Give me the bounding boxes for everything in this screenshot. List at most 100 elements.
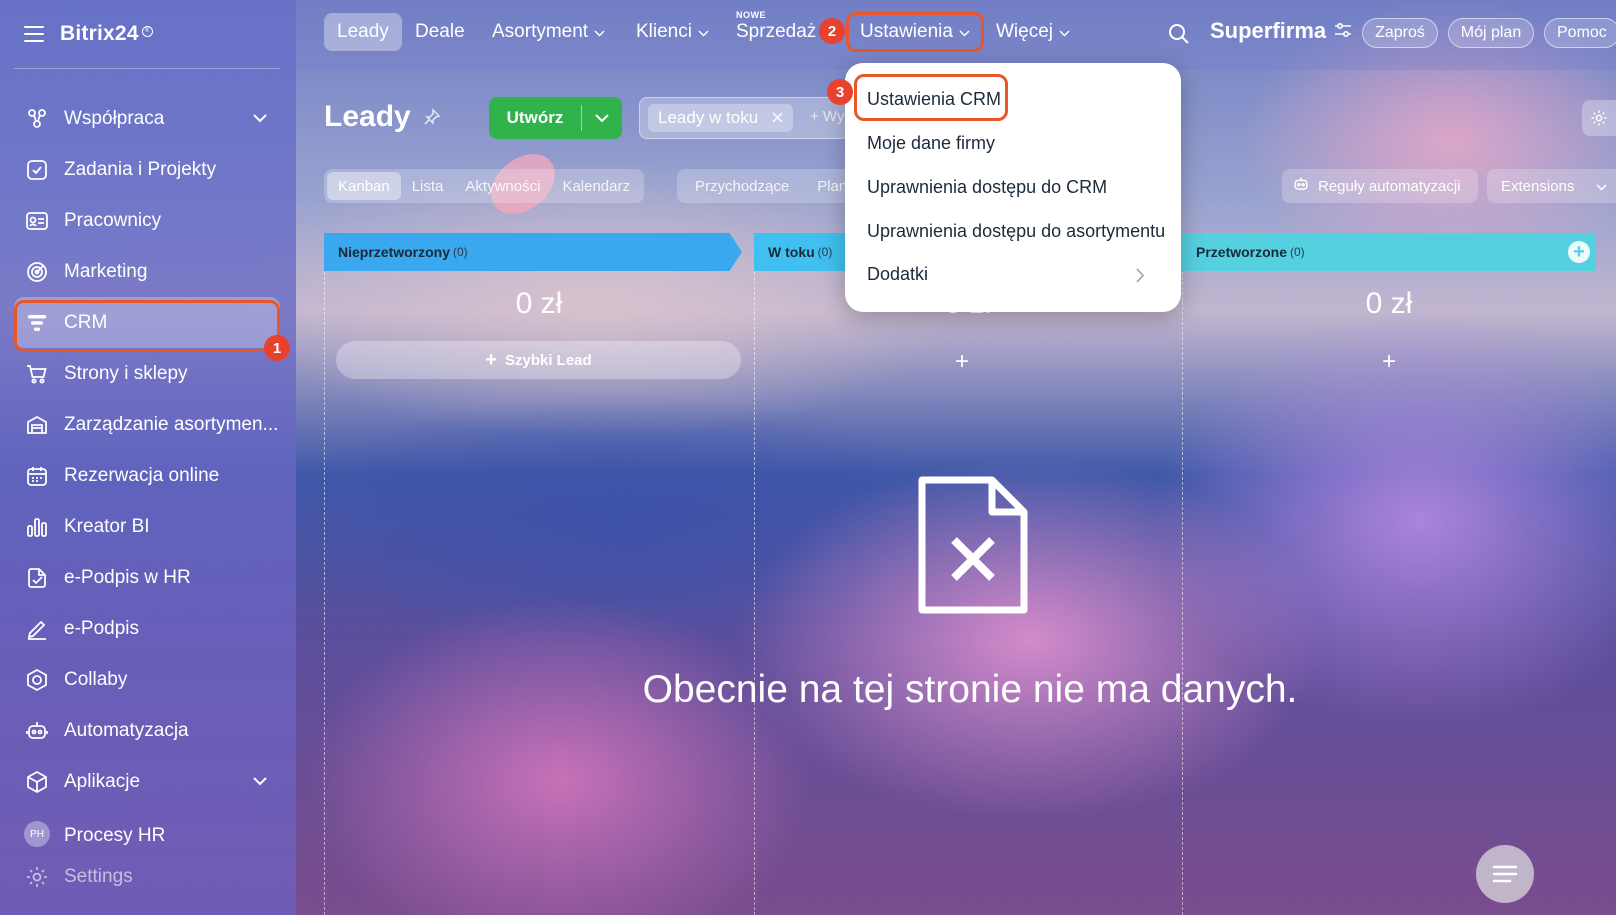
page-title: Leady (324, 100, 441, 134)
highlight-ustawienia (846, 12, 984, 52)
settings-dropdown-menu: Ustawienia CRM Moje dane firmy Uprawnien… (827, 63, 1181, 312)
tab-sprzedaz[interactable]: Sprzedaż (736, 13, 816, 51)
extensions-button[interactable]: Extensions (1487, 169, 1616, 203)
robot-icon (1292, 176, 1310, 196)
list-icon (1492, 865, 1518, 883)
chevron-down-icon (1596, 178, 1607, 195)
collab-icon (24, 106, 50, 132)
counter-incoming[interactable]: Przychodzące (695, 178, 789, 195)
cube-icon (24, 769, 50, 795)
marketing-icon (24, 259, 50, 285)
sidebar-item-collaby[interactable]: Collaby (14, 654, 280, 705)
hamburger-menu-icon[interactable] (24, 26, 44, 42)
view-lista[interactable]: Lista (401, 172, 455, 200)
menu-item-catalog-permissions[interactable]: Uprawnienia dostępu do asortymentu (867, 221, 1165, 242)
view-kanban[interactable]: Kanban (327, 172, 401, 200)
tab-deale[interactable]: Deale (415, 13, 465, 51)
sidebar-item-zadania[interactable]: Zadania i Projekty (14, 144, 280, 195)
filter-search-placeholder[interactable]: + Wyszukaj (810, 108, 848, 125)
avatar: PH (24, 821, 50, 847)
highlight-crm (14, 300, 280, 352)
tasks-icon (24, 157, 50, 183)
menu-item-company-details[interactable]: Moje dane firmy (867, 133, 995, 154)
sidebar-item-marketing[interactable]: Marketing (14, 246, 280, 297)
brand: Bitrix24 ® (24, 20, 153, 48)
step-badge-3: 3 (827, 79, 853, 105)
gear-icon (24, 864, 50, 890)
settings-sliders-icon (1334, 18, 1352, 44)
robot-icon (24, 718, 50, 744)
filter-chip[interactable]: Leady w toku (648, 104, 794, 132)
sidebar-item-wspolpraca[interactable]: Współpraca (14, 93, 280, 144)
kanban-column-header[interactable]: Przetworzone (0) (1182, 233, 1596, 271)
counters-bar: Przychodzące Planowane (677, 169, 850, 203)
sidebar-item-epodpis[interactable]: e-Podpis (14, 603, 280, 654)
chevron-down-icon (1059, 21, 1070, 43)
sidebar-item-strony[interactable]: Strony i sklepy (14, 348, 280, 399)
sidebar-item-settings[interactable]: Settings (14, 857, 280, 897)
search-icon[interactable] (1168, 23, 1190, 50)
column-divider (754, 272, 755, 915)
warehouse-icon (24, 412, 50, 438)
column-sum: 0 zł (515, 287, 563, 320)
sidebar-item-rezerwacja[interactable]: Rezerwacja online (14, 450, 280, 501)
chevron-down-icon[interactable] (252, 773, 268, 791)
add-column-button[interactable]: + (1568, 241, 1590, 263)
menu-item-addons[interactable]: Dodatki (867, 264, 928, 285)
menu-item-crm-permissions[interactable]: Uprawnienia dostępu do CRM (867, 177, 1107, 198)
bars-icon (24, 514, 50, 540)
sidebar-item-epodpis-hr[interactable]: e-Podpis w HR (14, 552, 280, 603)
sidebar-item-pracownicy[interactable]: Pracownicy (14, 195, 280, 246)
tab-asortyment[interactable]: Asortyment (492, 13, 605, 51)
company-name[interactable]: Superfirma (1210, 18, 1352, 44)
view-kalendarz[interactable]: Kalendarz (551, 172, 641, 200)
view-aktywnosci[interactable]: Aktywności (454, 172, 551, 200)
employees-icon (24, 208, 50, 234)
column-sum: 0 zł (1365, 287, 1413, 320)
sidebar: Bitrix24 ® Współpraca Zadania i Projekty … (0, 0, 296, 915)
create-button[interactable]: Utwórz (489, 97, 622, 139)
sidebar-item-aplikacje[interactable]: Aplikacje (14, 756, 280, 807)
logo[interactable]: Bitrix24 ® (60, 22, 153, 46)
pen-icon (24, 616, 50, 642)
divider (14, 68, 280, 69)
chevron-down-icon[interactable] (252, 110, 268, 128)
filter-search-box[interactable]: Leady w toku + Wyszukaj (639, 97, 849, 139)
quick-lead-button[interactable]: + Szybki Lead (336, 341, 741, 379)
add-item-button[interactable]: + (955, 348, 969, 376)
kanban-column-header[interactable]: W toku (0) (754, 233, 846, 271)
empty-state-message: Obecnie na tej stronie nie ma danych. (642, 668, 1298, 711)
automation-rules-button[interactable]: Reguły automatyzacji (1282, 169, 1478, 203)
close-icon[interactable] (772, 108, 783, 128)
sidebar-item-kreator-bi[interactable]: Kreator BI (14, 501, 280, 552)
tab-klienci[interactable]: Klienci (636, 13, 709, 51)
kanban-column-header[interactable]: Nieprzetworzony (0) (324, 233, 742, 271)
invite-button[interactable]: Zaproś (1362, 18, 1438, 48)
top-nav-bar: Leady Deale Asortyment Klienci NOWE Sprz… (296, 0, 1616, 70)
sidebar-item-procesy-hr[interactable]: PH Procesy HR (14, 807, 280, 847)
empty-document-icon (918, 476, 1028, 614)
chat-button[interactable] (1476, 845, 1534, 903)
cart-icon (24, 361, 50, 387)
column-divider (1182, 272, 1183, 915)
highlight-crm-settings (854, 74, 1008, 121)
plus-icon: + (485, 348, 497, 371)
add-item-button[interactable]: + (1382, 348, 1396, 376)
chevron-right-icon (1136, 268, 1145, 288)
sidebar-item-automatyzacja[interactable]: Automatyzacja (14, 705, 280, 756)
tab-leady[interactable]: Leady (324, 13, 402, 51)
help-button[interactable]: Pomoc (1544, 18, 1616, 48)
sidebar-item-asortyment[interactable]: Zarządzanie asortymen... (14, 399, 280, 450)
tab-wiecej[interactable]: Więcej (996, 13, 1070, 51)
my-plan-button[interactable]: Mój plan (1448, 18, 1534, 48)
column-divider (324, 272, 325, 915)
doc-sign-icon (24, 565, 50, 591)
hexagon-icon (24, 667, 50, 693)
sidebar-nav: Współpraca Zadania i Projekty Pracownicy… (14, 93, 280, 897)
gear-icon[interactable] (1582, 100, 1616, 136)
view-switcher: Kanban Lista Aktywności Kalendarz (324, 169, 644, 203)
pin-icon[interactable] (423, 100, 441, 134)
chevron-down-icon (594, 21, 605, 43)
chevron-down-icon[interactable] (582, 113, 622, 123)
step-badge-1: 1 (264, 335, 290, 361)
